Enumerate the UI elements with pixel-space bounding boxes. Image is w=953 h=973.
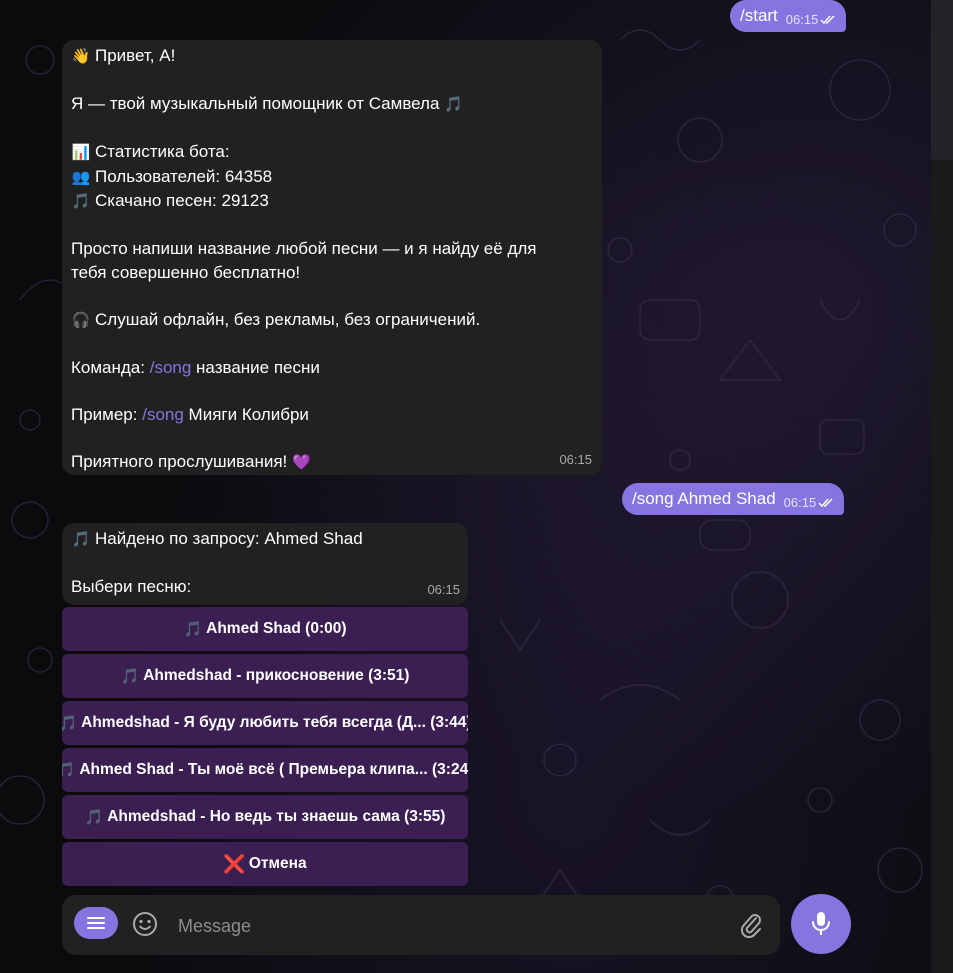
emoji-icon: 💜	[291, 453, 311, 471]
message-line: 👥 Пользователей: 64358	[71, 165, 536, 190]
cross-icon: ❌	[223, 853, 246, 874]
song-button-label: Ahmed Shad - Ты моё всё ( Премьера клипа…	[79, 761, 468, 778]
message-body: 🎵 Найдено по запросу: Ahmed Shad Выбери п…	[71, 527, 363, 599]
message-line: 🎵 Найдено по запросу: Ahmed Shad	[71, 527, 363, 552]
message-composer	[62, 895, 780, 955]
message-body: 👋 Привет, А! Я — твой музыкальный помощник…	[71, 44, 536, 474]
song-button-label: Ahmedshad - прикосновение (3:51)	[143, 667, 410, 684]
smile-icon[interactable]	[132, 911, 158, 937]
incoming-message-welcome[interactable]: 👋 Привет, А! Я — твой музыкальный помощник…	[62, 40, 602, 475]
microphone-icon	[812, 912, 830, 935]
scrollbar-thumb[interactable]	[931, 0, 953, 160]
music-note-icon: 🎵	[183, 621, 203, 638]
song-button-label: Ahmedshad - Я буду любить тебя всегда (Д…	[81, 714, 468, 731]
double-check-icon	[820, 15, 835, 25]
bot-command-link[interactable]: /song	[142, 405, 184, 424]
message-line: тебя совершенно бесплатно!	[71, 262, 301, 282]
message-line: Выбери песню:	[71, 577, 192, 596]
voice-record-button[interactable]	[791, 894, 851, 954]
emoji-icon: 🎵	[71, 193, 91, 210]
song-button[interactable]: 🎵 Ahmedshad - Но ведь ты знаешь сама (3:5…	[62, 795, 468, 839]
outgoing-message-start[interactable]: /start 06:15	[730, 0, 847, 32]
incoming-message-results[interactable]: 🎵 Найдено по запросу: Ahmed Shad Выбери п…	[62, 523, 468, 605]
menu-button[interactable]	[74, 907, 118, 939]
message-time: 06:15	[559, 451, 592, 467]
song-button[interactable]: 🎵 Ahmedshad - прикосновение (3:51)	[62, 654, 468, 698]
message-text: /song Ahmed Shad	[632, 489, 776, 509]
outgoing-message-song[interactable]: /song Ahmed Shad 06:15	[622, 483, 845, 515]
message-time: 06:15	[427, 581, 460, 597]
message-text: /start	[740, 6, 778, 26]
bot-command-link[interactable]: /song	[150, 358, 192, 377]
song-button-label: Ahmed Shad (0:00)	[206, 620, 347, 637]
message-line	[71, 426, 536, 450]
emoji-icon: 👋	[71, 48, 91, 65]
message-line: Команда: /song название песни	[71, 357, 320, 377]
song-button[interactable]: 🎵 Ahmed Shad - Ты моё всё ( Премьера клип…	[62, 748, 468, 792]
emoji-icon: 🎧	[71, 311, 91, 329]
message-line: Просто напиши название любой песни — и я…	[71, 239, 537, 258]
cancel-button-label: Отмена	[248, 855, 307, 872]
emoji-icon: 📊	[71, 144, 91, 161]
message-line: Пример: /song Мияги Колибри	[71, 404, 309, 424]
message-line: 📊 Статистика бота:	[71, 140, 536, 165]
message-meta: 06:15	[784, 491, 835, 515]
music-note-icon: 🎵	[71, 531, 91, 548]
message-line: 👋 Привет, А!	[71, 44, 536, 69]
message-line	[71, 117, 536, 141]
music-note-icon: 🎵	[62, 762, 76, 779]
song-button[interactable]: 🎵 Ahmed Shad (0:00)	[62, 607, 468, 651]
cancel-button[interactable]: ❌ Отмена	[62, 842, 468, 886]
emoji-icon: 🎵	[444, 96, 463, 113]
message-line: 🎵 Скачано песен: 29123	[71, 189, 536, 214]
song-button-label: Ahmedshad - Но ведь ты знаешь сама (3:55…	[107, 808, 446, 825]
menu-icon	[87, 917, 105, 929]
message-time: 06:15	[785, 12, 819, 28]
double-check-icon	[818, 498, 833, 508]
message-line	[71, 284, 536, 308]
message-line: Я — твой музыкальный помощник от Самвела…	[71, 92, 536, 117]
song-button[interactable]: 🎵 Ahmedshad - Я буду любить тебя всегда (…	[62, 701, 468, 745]
message-line	[71, 332, 536, 356]
message-line	[71, 379, 536, 403]
emoji-icon: 👥	[71, 168, 91, 186]
music-note-icon: 🎵	[84, 809, 104, 826]
message-input[interactable]	[176, 913, 720, 939]
message-meta: 06:15	[786, 8, 837, 32]
message-line	[71, 214, 536, 238]
message-time: 06:15	[783, 495, 817, 511]
music-note-icon: 🎵	[120, 668, 140, 685]
music-note-icon: 🎵	[62, 715, 78, 732]
message-line	[71, 69, 536, 93]
message-line: Приятного прослушивания! 💜	[71, 450, 536, 475]
message-line: 🎧 Слушай офлайн, без рекламы, без огранич…	[71, 308, 536, 333]
paperclip-icon[interactable]	[738, 911, 764, 939]
